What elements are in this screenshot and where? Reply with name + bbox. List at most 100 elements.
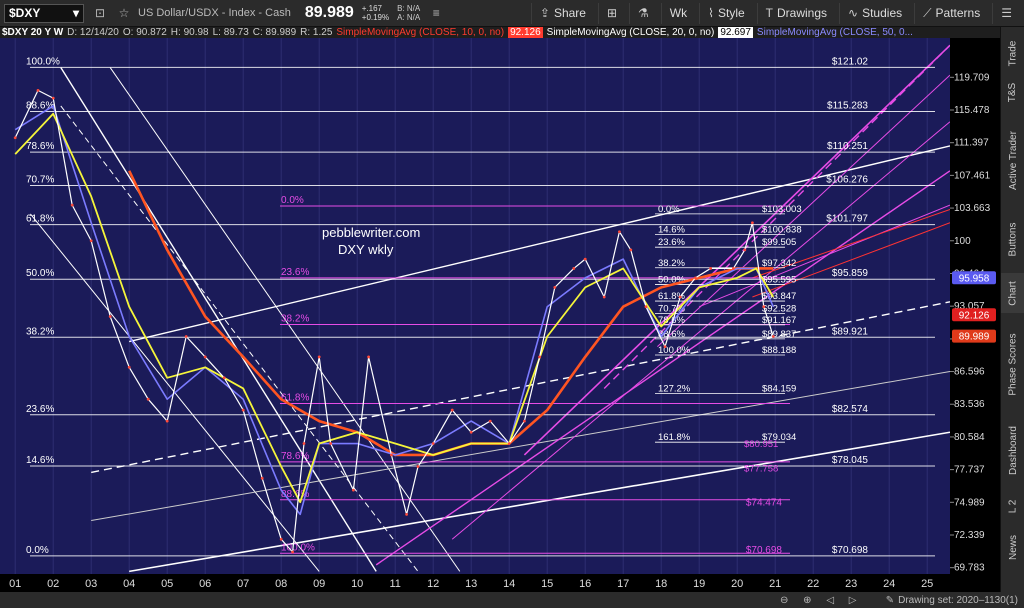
link-icon[interactable]: ⊡ bbox=[92, 5, 108, 21]
x-tick-label: 21 bbox=[769, 578, 781, 590]
sidebar-tab-ts[interactable]: T&S bbox=[1001, 77, 1024, 107]
price-point bbox=[36, 88, 40, 92]
fib-level-price: $70.698 bbox=[832, 545, 869, 556]
fib-magenta-price: $74.474 bbox=[746, 498, 783, 509]
timeframe-button[interactable]: Wk bbox=[660, 2, 695, 24]
sidebar-tab-trade[interactable]: Trade bbox=[1001, 33, 1024, 73]
fib-level-price: $115.283 bbox=[827, 101, 868, 112]
x-tick-label: 04 bbox=[123, 578, 135, 590]
fib-small-label: 161.8% bbox=[658, 432, 691, 443]
price-point bbox=[751, 221, 754, 225]
drawings-button[interactable]: T Drawings bbox=[756, 2, 835, 24]
sliders-icon[interactable]: ≡ bbox=[428, 5, 444, 21]
symbol-input[interactable]: $DXY ▾ bbox=[4, 3, 84, 23]
price-point bbox=[771, 335, 775, 338]
price-point bbox=[416, 465, 420, 468]
price-point bbox=[450, 408, 454, 412]
price-point bbox=[709, 267, 712, 270]
trend-channel-line bbox=[91, 371, 950, 522]
share-icon: ⇪ bbox=[539, 6, 550, 20]
studies-button[interactable]: ∿ Studies bbox=[839, 2, 910, 24]
x-tick-label: 06 bbox=[199, 578, 211, 590]
nav-icons[interactable]: ⊖ ⊕ ◁ ▷ bbox=[0, 595, 862, 606]
y-tick-label: 69.783 bbox=[954, 563, 985, 574]
time-axis-svg: 01 02 03 04 05 06 07 08 09 10 11 12 13 14 15 16 17 18 19 20… bbox=[9, 578, 933, 590]
trend-channel-line bbox=[60, 67, 377, 572]
chart-style-icon: ⌇ bbox=[708, 6, 714, 20]
sidebar-tab-phase-scores[interactable]: Phase Scores bbox=[1001, 319, 1024, 409]
price-point bbox=[13, 136, 17, 140]
menu-button[interactable]: ☰ bbox=[992, 2, 1020, 24]
price-point bbox=[203, 355, 207, 359]
x-tick-label: 20 bbox=[731, 578, 743, 590]
sma20-value: 92.697 bbox=[718, 27, 753, 38]
grid-button[interactable]: ⊞ bbox=[597, 2, 625, 24]
x-tick-label: 13 bbox=[465, 578, 477, 590]
time-axis[interactable]: 01 02 03 04 05 06 07 08 09 10 11 12 13 14 15 16 17 18 19 20… bbox=[0, 574, 1000, 592]
change-value: +.167 bbox=[361, 4, 383, 13]
sma50-label: SimpleMovingAvg (CLOSE, 50, 0... bbox=[756, 27, 913, 38]
symbol-description: US Dollar/USDX - Index - Cash bbox=[138, 7, 291, 19]
y-tick-label: 83.536 bbox=[954, 399, 985, 410]
sidebar-tab-l2[interactable]: L 2 bbox=[1001, 491, 1024, 521]
fib-level-price: $101.797 bbox=[826, 214, 868, 225]
fib-small-price: $84.159 bbox=[762, 383, 796, 394]
bar-low: L: 89.73 bbox=[212, 27, 249, 38]
price-tag-label: 95.958 bbox=[959, 273, 990, 284]
trend-channel-line bbox=[91, 301, 950, 474]
y-tick-label: 86.596 bbox=[954, 367, 985, 378]
style-button[interactable]: ⌇ Style bbox=[699, 2, 753, 24]
x-tick-label: 01 bbox=[9, 578, 21, 590]
price-point bbox=[572, 267, 576, 270]
fib-level-label: 50.0% bbox=[26, 268, 54, 279]
fib-level-price: $106.276 bbox=[826, 174, 868, 185]
sidebar-tab-buttons[interactable]: Buttons bbox=[1001, 212, 1024, 267]
sidebar-tab-active-trader[interactable]: Active Trader bbox=[1001, 115, 1024, 205]
price-point bbox=[146, 397, 150, 401]
x-tick-label: 02 bbox=[47, 578, 59, 590]
chart-plot-area[interactable]: 100.0% $121.02 88.6% $115.283 78.6% $110.251 7… bbox=[0, 38, 950, 574]
share-button[interactable]: ⇪ Share bbox=[530, 2, 594, 24]
flask-icon: ⚗ bbox=[638, 6, 649, 20]
price-tag-label: 92.126 bbox=[959, 310, 990, 321]
sidebar-tab-chart[interactable]: Chart bbox=[1001, 273, 1024, 313]
price-point bbox=[488, 419, 492, 423]
patterns-button[interactable]: ⟋ Patterns bbox=[914, 2, 988, 24]
fib-magenta-label: 78.6% bbox=[281, 451, 309, 462]
fib-small-price: $89.837 bbox=[762, 329, 796, 340]
sma10-label: SimpleMovingAvg (CLOSE, 10, 0, no) bbox=[336, 27, 505, 38]
fib-level-label: 23.6% bbox=[26, 404, 54, 415]
x-tick-label: 11 bbox=[389, 578, 400, 590]
fib-magenta-label: 23.6% bbox=[281, 267, 309, 278]
bar-range: R: 1.25 bbox=[300, 27, 333, 38]
flask-button[interactable]: ⚗ bbox=[629, 2, 657, 24]
fib-small-price: $99.505 bbox=[762, 237, 796, 248]
fib-level-label: 61.8% bbox=[26, 214, 54, 225]
price-axis-svg: 119.709115.478111.397107.461103.66310096… bbox=[950, 72, 996, 574]
x-tick-label: 10 bbox=[351, 578, 363, 590]
chart-svg: 100.0% $121.0288.6% $115.28378.6% $110.2517… bbox=[13, 38, 950, 574]
chevron-down-icon: ▾ bbox=[72, 6, 79, 20]
price-point bbox=[279, 537, 283, 541]
grid-icon: ⊞ bbox=[606, 6, 618, 20]
sidebar-tab-news[interactable]: News bbox=[1001, 527, 1024, 567]
sidebar-tab-dashboard[interactable]: Dashboard bbox=[1001, 415, 1024, 485]
menu-icon: ☰ bbox=[1001, 6, 1012, 20]
price-point bbox=[260, 476, 264, 480]
x-tick-label: 19 bbox=[693, 578, 705, 590]
fib-magenta-label: 0.0% bbox=[281, 195, 304, 206]
price-tag-label: 89.989 bbox=[959, 332, 990, 343]
fib-small-label: 38.2% bbox=[658, 258, 685, 269]
price-point bbox=[405, 512, 408, 516]
fib-magenta-label: 38.2% bbox=[281, 313, 309, 324]
price-point bbox=[222, 376, 226, 380]
price-point bbox=[317, 355, 321, 359]
price-point bbox=[602, 295, 606, 299]
drawing-set-label[interactable]: Drawing set: 2020–1130(1) bbox=[898, 595, 1018, 606]
bar-open: O: 90.872 bbox=[122, 27, 167, 38]
fib-small-label: 14.6% bbox=[658, 224, 685, 235]
star-icon[interactable]: ☆ bbox=[116, 5, 132, 21]
price-axis[interactable]: 119.709115.478111.397107.461103.66310096… bbox=[950, 38, 1000, 574]
change-block: +.167 +0.19% bbox=[362, 4, 389, 22]
fib-small-label: 23.6% bbox=[658, 237, 685, 248]
